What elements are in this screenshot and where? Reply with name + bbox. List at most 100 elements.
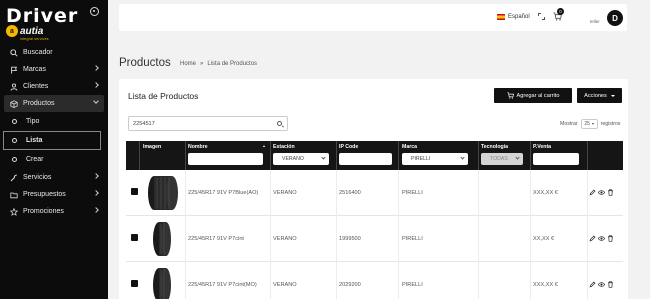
cart-button[interactable]: 0 bbox=[553, 8, 564, 21]
chevron-right-icon bbox=[93, 207, 99, 213]
sidebar-item-buscador[interactable]: Buscador bbox=[0, 44, 108, 61]
search-icon[interactable] bbox=[277, 121, 282, 126]
settings-gear-icon[interactable] bbox=[90, 7, 99, 16]
row-checkbox[interactable] bbox=[131, 234, 138, 241]
sidebar: Driver a autia integral services Buscado… bbox=[0, 0, 108, 299]
cell-season: VERANO bbox=[273, 236, 297, 242]
sidebar-subitem-crear[interactable]: Crear bbox=[0, 150, 108, 169]
column-divider bbox=[478, 262, 479, 299]
chevron-down-icon bbox=[515, 155, 520, 160]
sidebar-item-label: Productos bbox=[23, 100, 55, 107]
column-divider bbox=[478, 170, 479, 216]
view-eye-icon[interactable] bbox=[598, 281, 605, 288]
sidebar-subitem-tipo[interactable]: Tipo bbox=[0, 112, 108, 131]
edit-pencil-icon[interactable] bbox=[589, 281, 596, 288]
view-eye-icon[interactable] bbox=[598, 235, 605, 242]
column-divider bbox=[478, 216, 479, 262]
header-pventa[interactable]: P.Venta bbox=[533, 144, 551, 150]
avatar[interactable]: D bbox=[607, 10, 623, 26]
tire-image bbox=[143, 220, 181, 258]
show-label: Mostrar bbox=[560, 121, 578, 127]
column-divider bbox=[587, 141, 588, 170]
sidebar-item-servicios[interactable]: Servicios bbox=[0, 169, 108, 186]
sidebar-item-productos[interactable]: Productos bbox=[4, 95, 104, 112]
sidebar-item-label: Promociones bbox=[23, 208, 64, 215]
actions-dropdown-button[interactable]: Acciones bbox=[577, 88, 622, 103]
sidebar-subitem-lista[interactable]: Lista bbox=[3, 131, 101, 150]
column-divider bbox=[398, 170, 399, 216]
records-label: registros bbox=[600, 121, 621, 127]
tire-image bbox=[143, 266, 181, 299]
table-header: Imagen Nombre Estación IP Code Marca Tec… bbox=[126, 141, 623, 170]
filter-pventa-input[interactable] bbox=[533, 153, 579, 165]
cell-season: VERANO bbox=[273, 190, 297, 196]
cell-brand: PIRELLI bbox=[402, 236, 423, 242]
box-icon bbox=[9, 99, 19, 109]
chevron-right-icon bbox=[93, 82, 99, 88]
language-selector[interactable]: Español bbox=[497, 14, 530, 20]
header-tecnologia[interactable]: Tecnología bbox=[481, 144, 508, 150]
header-marca[interactable]: Marca bbox=[402, 144, 417, 150]
filter-estacion-select[interactable]: VERANO bbox=[273, 153, 329, 165]
column-divider bbox=[530, 216, 531, 262]
column-divider bbox=[270, 216, 271, 262]
header-nombre[interactable]: Nombre bbox=[188, 144, 208, 150]
fullscreen-icon[interactable] bbox=[538, 13, 545, 20]
page-title: Productos bbox=[119, 57, 171, 69]
page-size-select[interactable]: 25 bbox=[580, 119, 598, 129]
header-estacion[interactable]: Estación bbox=[273, 144, 295, 150]
column-divider bbox=[270, 170, 271, 216]
sidebar-item-presupuestos[interactable]: Presupuestos bbox=[0, 186, 108, 203]
breadcrumb-separator: » bbox=[200, 61, 204, 67]
filter-marca-select[interactable]: PIRELLI bbox=[402, 153, 468, 165]
user-icon bbox=[9, 82, 19, 92]
page-size-value: 25 bbox=[584, 121, 590, 127]
chevron-right-icon bbox=[93, 190, 99, 196]
cell-ipcode: 1999500 bbox=[339, 236, 361, 242]
sort-asc-icon[interactable] bbox=[263, 145, 265, 147]
filter-nombre-input[interactable] bbox=[188, 153, 263, 165]
filter-tecnologia-select[interactable]: TODAS bbox=[481, 153, 523, 165]
column-divider bbox=[530, 262, 531, 299]
caret-down-icon bbox=[591, 123, 594, 125]
add-to-cart-button[interactable]: Agregar al carrito bbox=[494, 88, 572, 103]
search-value: 2254517 bbox=[133, 120, 155, 127]
row-checkbox[interactable] bbox=[131, 188, 138, 195]
delete-trash-icon[interactable] bbox=[607, 189, 614, 196]
delete-trash-icon[interactable] bbox=[607, 235, 614, 242]
table-row: 225/45R17 91V P7cint VERANO 1999500 PIRE… bbox=[126, 216, 623, 262]
delete-trash-icon[interactable] bbox=[607, 281, 614, 288]
sidebar-subitem-label: Lista bbox=[26, 137, 43, 144]
sidebar-item-label: Buscador bbox=[23, 49, 53, 56]
sidebar-item-clientes[interactable]: Clientes bbox=[0, 78, 108, 95]
table-row: 225/45R17 91V P7Blue(AO) VERANO 2516400 … bbox=[126, 170, 623, 216]
column-divider bbox=[336, 141, 337, 170]
column-divider bbox=[336, 216, 337, 262]
wrench-icon bbox=[9, 173, 19, 183]
sidebar-item-marcas[interactable]: Marcas bbox=[0, 61, 108, 78]
column-divider bbox=[185, 262, 186, 299]
row-checkbox[interactable] bbox=[131, 280, 138, 287]
cell-price: XXX,XX € bbox=[533, 190, 558, 196]
header-ipcode[interactable]: IP Code bbox=[339, 144, 358, 150]
topbar: Español bbox=[119, 4, 627, 31]
language-label: Español bbox=[508, 14, 530, 20]
spain-flag-icon bbox=[497, 14, 505, 20]
column-divider bbox=[398, 141, 399, 170]
user-name: teller bbox=[590, 19, 600, 24]
edit-pencil-icon[interactable] bbox=[589, 235, 596, 242]
breadcrumb-home[interactable]: Home bbox=[180, 61, 196, 67]
chevron-down-icon bbox=[93, 98, 99, 104]
sidebar-item-promociones[interactable]: Promociones bbox=[0, 203, 108, 220]
column-divider bbox=[530, 141, 531, 170]
filter-tecnologia-value: TODAS bbox=[490, 156, 508, 162]
edit-pencil-icon[interactable] bbox=[589, 189, 596, 196]
filter-ipcode-input[interactable] bbox=[339, 153, 392, 165]
view-eye-icon[interactable] bbox=[598, 189, 605, 196]
breadcrumb-current: Lista de Productos bbox=[207, 61, 258, 67]
search-input[interactable]: 2254517 bbox=[128, 116, 288, 131]
column-divider bbox=[336, 170, 337, 216]
row-actions bbox=[589, 281, 614, 288]
brand-tagline: integral services bbox=[20, 37, 49, 41]
chevron-down-icon bbox=[321, 155, 326, 160]
